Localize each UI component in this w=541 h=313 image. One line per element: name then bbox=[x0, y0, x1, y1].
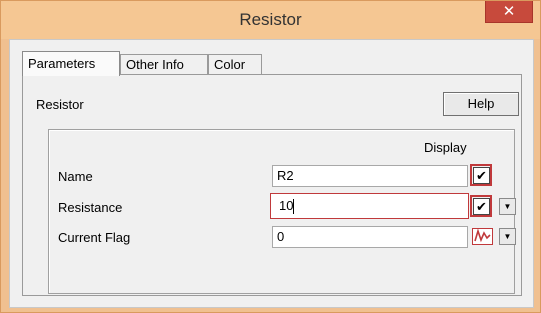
close-button[interactable]: ✕ bbox=[485, 1, 533, 23]
resistance-value: 10 bbox=[279, 198, 294, 213]
current-flag-icon[interactable] bbox=[472, 228, 493, 245]
window-title: Resistor bbox=[239, 10, 302, 29]
tab-parameters-label: Parameters bbox=[28, 56, 96, 71]
current-flag-dropdown-button[interactable]: ▼ bbox=[499, 228, 516, 245]
name-field[interactable]: R2 bbox=[272, 165, 468, 187]
display-header: Display bbox=[424, 140, 467, 155]
name-display-checkbox[interactable]: ✔ bbox=[473, 167, 490, 184]
name-label: Name bbox=[58, 169, 93, 184]
tab-color[interactable]: Color bbox=[208, 54, 262, 74]
resistance-field[interactable]: 10 bbox=[270, 193, 469, 219]
title-bar[interactable]: Resistor ✕ bbox=[1, 1, 540, 39]
close-icon: ✕ bbox=[502, 3, 516, 20]
tab-other-info[interactable]: Other Info bbox=[120, 54, 208, 74]
tab-other-info-label: Other Info bbox=[126, 57, 184, 72]
resistance-display-checkbox[interactable]: ✔ bbox=[473, 198, 490, 215]
tab-color-label: Color bbox=[214, 57, 246, 72]
current-flag-field[interactable]: 0 bbox=[272, 226, 468, 248]
panel-title: Resistor bbox=[36, 97, 84, 112]
tab-parameters[interactable]: Parameters bbox=[22, 51, 120, 76]
current-flag-label: Current Flag bbox=[58, 230, 131, 245]
text-cursor bbox=[293, 199, 295, 215]
resistance-label: Resistance bbox=[58, 200, 123, 215]
resistor-dialog: Resistor ✕ Parameters Other Info Color R… bbox=[0, 0, 541, 313]
dialog-client-area: Parameters Other Info Color Resistor Hel… bbox=[9, 39, 534, 308]
parameters-panel: Resistor Help Display Name R2 ✔ Resistan… bbox=[22, 74, 522, 296]
help-button[interactable]: Help bbox=[443, 92, 519, 116]
chevron-down-icon: ▼ bbox=[503, 202, 512, 211]
chevron-down-icon: ▼ bbox=[503, 232, 512, 241]
resistance-dropdown-button[interactable]: ▼ bbox=[499, 198, 516, 215]
